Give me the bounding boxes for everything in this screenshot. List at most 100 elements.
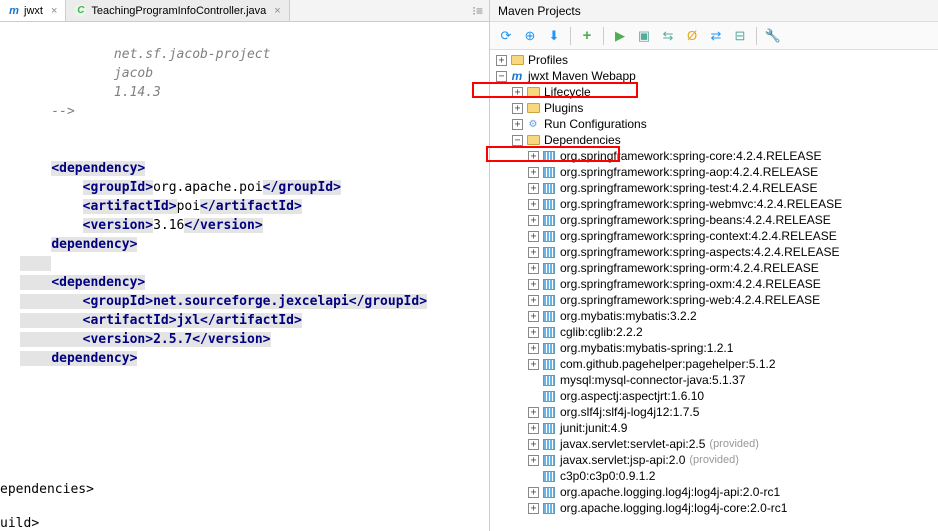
generate-sources-icon[interactable]: ⊕ <box>520 26 540 46</box>
tree-item[interactable]: +com.github.pagehelper:pagehelper:5.1.2 <box>490 356 938 372</box>
tab-controller[interactable]: C TeachingProgramInfoController.java × <box>66 0 289 21</box>
tab-label: jwxt <box>24 5 43 17</box>
expand-icon[interactable]: + <box>528 359 539 370</box>
expand-icon[interactable]: + <box>528 503 539 514</box>
tree-item[interactable]: + org.mybatis:mybatis-spring:1.2.1 <box>490 340 938 356</box>
gear-icon: ⚙ <box>526 117 540 131</box>
expand-icon[interactable]: + <box>528 215 539 226</box>
tree-item[interactable]: org.aspectj:aspectjrt:1.6.10 <box>490 388 938 404</box>
tree-item[interactable]: + org.springframework:spring-aspects:4.2.… <box>490 244 938 260</box>
expand-icon[interactable]: + <box>528 455 539 466</box>
tree-item[interactable]: + org.springframework:spring-oxm:4.2.4.RE… <box>490 276 938 292</box>
code-fragment: ependencies <box>0 482 86 497</box>
tree-item[interactable]: + org.slf4j:slf4j-log4j12:1.7.5 <box>490 404 938 420</box>
tree-label: org.mybatis:mybatis-spring:1.2.1 <box>560 341 733 355</box>
expand-icon[interactable]: − <box>512 135 523 146</box>
expand-icon[interactable]: + <box>528 183 539 194</box>
tree-item[interactable]: +org.springframework:spring-beans:4.2.4.… <box>490 212 938 228</box>
tree-item[interactable]: +org.springframework:spring-web:4.2.4.RE… <box>490 292 938 308</box>
expand-icon[interactable]: + <box>528 327 539 338</box>
tree-label: org.apache.logging.log4j:log4j-api:2.0-r… <box>560 485 780 499</box>
tree-item[interactable]: +Profiles <box>490 52 938 68</box>
expand-icon[interactable]: + <box>528 343 539 354</box>
jar-icon <box>542 341 556 355</box>
refresh-icon[interactable]: ⟳ <box>496 26 516 46</box>
jar-icon <box>542 421 556 435</box>
xml-editor[interactable]: net.sf.jacob-project jacob 1.14.3 --> <d… <box>0 22 489 531</box>
tree-label: org.slf4j:slf4j-log4j12:1.7.5 <box>560 405 699 419</box>
expand-icon[interactable]: − <box>496 71 507 82</box>
tree-item[interactable]: +⚙Run Configurations <box>490 116 938 132</box>
tree-label: org.springframework:spring-core:4.2.4.RE… <box>560 149 821 163</box>
scope-label: (provided) <box>689 454 739 466</box>
jar-icon <box>542 293 556 307</box>
expand-icon[interactable]: + <box>528 487 539 498</box>
expand-icon[interactable]: + <box>528 151 539 162</box>
tree-label: Plugins <box>544 101 583 115</box>
tree-label: javax.servlet:jsp-api:2.0 <box>560 453 685 467</box>
tree-item[interactable]: +org.mybatis:mybatis:3.2.2 <box>490 308 938 324</box>
jar-icon <box>542 485 556 499</box>
tree-label: org.springframework:spring-aspects:4.2.4… <box>560 245 839 259</box>
expand-icon[interactable]: + <box>528 423 539 434</box>
close-icon[interactable]: × <box>51 5 57 17</box>
expand-icon[interactable]: + <box>528 231 539 242</box>
tree-item[interactable]: + cglib:cglib:2.2.2 <box>490 324 938 340</box>
expand-icon[interactable]: + <box>528 167 539 178</box>
java-class-icon: C <box>74 4 87 17</box>
tree-item[interactable]: −Dependencies <box>490 132 938 148</box>
tree-item[interactable]: mysql:mysql-connector-java:5.1.37 <box>490 372 938 388</box>
pin-icon[interactable]: ⁝≡ <box>466 4 489 18</box>
tree-item[interactable]: + org.springframework:spring-webmvc:4.2.4… <box>490 196 938 212</box>
skip-tests-icon[interactable]: Ø <box>682 26 702 46</box>
tree-label: org.springframework:spring-webmvc:4.2.4.… <box>560 197 842 211</box>
expand-icon[interactable]: + <box>496 55 507 66</box>
expand-icon[interactable]: + <box>528 295 539 306</box>
tree-item[interactable]: + org.springframework:spring-core:4.2.4.R… <box>490 148 938 164</box>
expand-icon[interactable]: + <box>528 247 539 258</box>
tree-item[interactable]: + org.apache.logging.log4j:log4j-api:2.0-… <box>490 484 938 500</box>
expand-icon[interactable]: + <box>528 439 539 450</box>
tree-label: cglib:cglib:2.2.2 <box>560 325 643 339</box>
execute-goal-icon[interactable]: ▣ <box>634 26 654 46</box>
tree-item[interactable]: +junit:junit:4.9 <box>490 420 938 436</box>
code-fragment: uild <box>0 516 31 531</box>
tree-item[interactable]: + org.apache.logging.log4j:log4j-core:2.0… <box>490 500 938 516</box>
show-deps-icon[interactable]: ⇄ <box>706 26 726 46</box>
tree-label: mysql:mysql-connector-java:5.1.37 <box>560 373 745 387</box>
panel-title: Maven Projects <box>490 0 938 22</box>
expand-icon[interactable]: + <box>528 199 539 210</box>
tree-item[interactable]: + org.springframework:spring-context:4.2.… <box>490 228 938 244</box>
tree-label: org.apache.logging.log4j:log4j-core:2.0-… <box>560 501 787 515</box>
tree-item[interactable]: + javax.servlet:jsp-api:2.0 (provided) <box>490 452 938 468</box>
expand-icon[interactable]: + <box>528 279 539 290</box>
expand-icon[interactable]: + <box>528 311 539 322</box>
maven-tree[interactable]: +Profiles−mjwxt Maven Webapp+Lifecycle + P… <box>490 50 938 531</box>
close-icon[interactable]: × <box>274 5 280 17</box>
run-icon[interactable]: ▶ <box>610 26 630 46</box>
collapse-icon[interactable]: ⊟ <box>730 26 750 46</box>
settings-icon[interactable]: 🔧 <box>763 26 783 46</box>
download-icon[interactable]: ⬇ <box>544 26 564 46</box>
tree-item[interactable]: + Plugins <box>490 100 938 116</box>
expand-icon[interactable]: + <box>512 119 523 130</box>
tree-item[interactable]: −mjwxt Maven Webapp <box>490 68 938 84</box>
tree-item[interactable]: +Lifecycle <box>490 84 938 100</box>
tree-item[interactable]: c3p0:c3p0:0.9.1.2 <box>490 468 938 484</box>
tree-item[interactable]: +org.springframework:spring-orm:4.2.4.RE… <box>490 260 938 276</box>
tree-label: org.springframework:spring-oxm:4.2.4.REL… <box>560 277 821 291</box>
expand-icon[interactable]: + <box>528 407 539 418</box>
tab-jwxt[interactable]: m jwxt × <box>0 0 66 21</box>
tree-item[interactable]: +org.springframework:spring-aop:4.2.4.RE… <box>490 164 938 180</box>
add-icon[interactable]: + <box>577 26 597 46</box>
expand-icon[interactable]: + <box>512 87 523 98</box>
tree-item[interactable]: + org.springframework:spring-test:4.2.4.R… <box>490 180 938 196</box>
tree-label: org.aspectj:aspectjrt:1.6.10 <box>560 389 704 403</box>
tree-item[interactable]: +javax.servlet:servlet-api:2.5(provided) <box>490 436 938 452</box>
tree-label: org.springframework:spring-test:4.2.4.RE… <box>560 181 817 195</box>
toggle-offline-icon[interactable]: ⇆ <box>658 26 678 46</box>
tree-label: org.springframework:spring-context:4.2.4… <box>560 229 837 243</box>
expand-icon[interactable]: + <box>512 103 523 114</box>
expand-icon[interactable]: + <box>528 263 539 274</box>
maven-toolbar: ⟳ ⊕ ⬇ + ▶ ▣ ⇆ Ø ⇄ ⊟ 🔧 <box>490 22 938 50</box>
